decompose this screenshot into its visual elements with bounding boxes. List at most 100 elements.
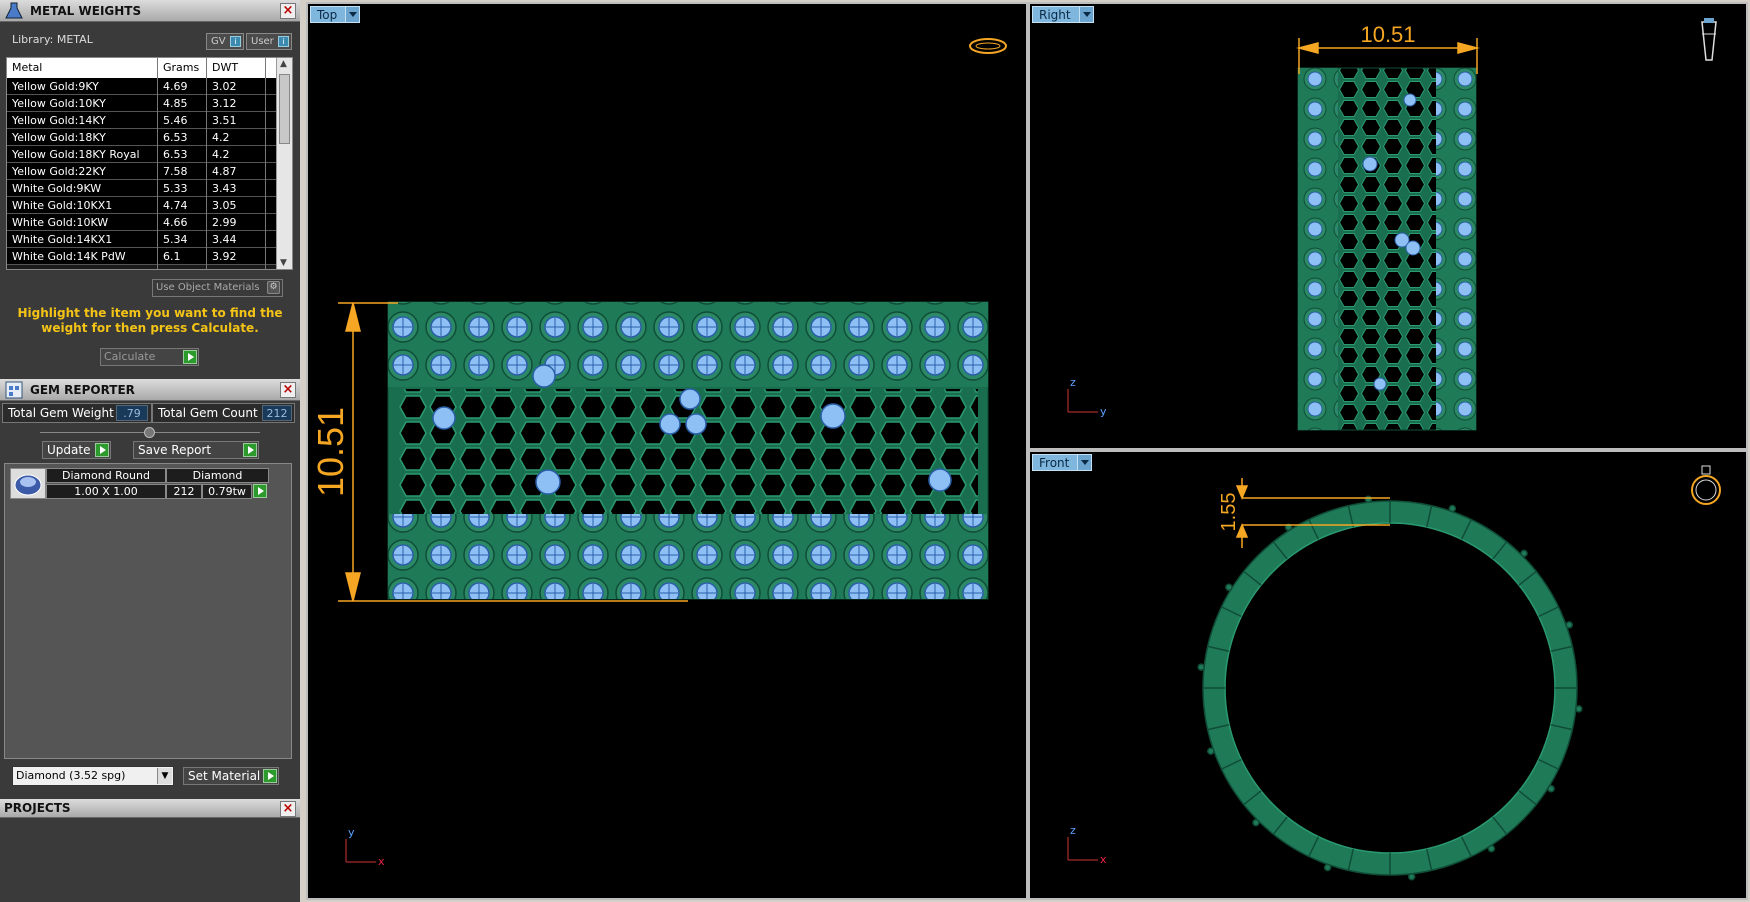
diamond-round-icon bbox=[10, 468, 46, 499]
table-row[interactable]: Yellow Gold:18KY 6.53 4.2 bbox=[7, 129, 277, 146]
ring-side-icon[interactable] bbox=[1701, 18, 1717, 61]
total-gem-weight-label: Total Gem Weight bbox=[8, 406, 114, 420]
chevron-down-icon[interactable] bbox=[1078, 7, 1093, 22]
metal-table-header: Metal Grams DWT bbox=[7, 58, 277, 78]
left-panel: METAL WEIGHTS × Library: METAL GV i User… bbox=[0, 0, 300, 902]
gv-toggle[interactable]: GV i bbox=[206, 33, 244, 50]
axis-label-z: z bbox=[1070, 824, 1076, 837]
gem-material-header: Diamond bbox=[166, 468, 269, 483]
metal-table: Metal Grams DWT Yellow Gold:9KY 4.69 3.02 Y… bbox=[6, 57, 293, 270]
app-window: METAL WEIGHTS × Library: METAL GV i User… bbox=[0, 0, 1750, 902]
collapse-handle[interactable] bbox=[144, 427, 155, 438]
metal-weights-title: METAL WEIGHTS bbox=[30, 4, 142, 18]
user-toggle[interactable]: User i bbox=[246, 33, 292, 50]
dwt-value: 3.05 bbox=[212, 199, 237, 212]
metal-name: Yellow Gold:18KY bbox=[12, 131, 106, 144]
close-icon[interactable]: × bbox=[280, 382, 296, 398]
axis-gizmo bbox=[345, 839, 376, 863]
table-row[interactable]: Yellow Gold:22KY 7.58 4.87 bbox=[7, 163, 277, 180]
viewport-right-menu[interactable]: Right bbox=[1032, 6, 1094, 23]
set-material-button[interactable]: Set Material bbox=[183, 767, 279, 785]
scroll-up-icon[interactable]: ▲ bbox=[280, 59, 287, 69]
chevron-down-icon[interactable] bbox=[345, 7, 360, 22]
viewport-front[interactable]: 1.55 z x Front bbox=[1028, 450, 1748, 900]
grams-value: 5.34 bbox=[163, 233, 188, 246]
grams-value: 6.53 bbox=[163, 131, 188, 144]
dwt-value: 3.02 bbox=[212, 80, 237, 93]
play-icon bbox=[263, 769, 277, 783]
user-label: User bbox=[251, 36, 274, 47]
total-gem-count-value: 212 bbox=[262, 405, 292, 421]
total-gem-count-label: Total Gem Count bbox=[158, 406, 258, 420]
dwt-value: 3.12 bbox=[212, 97, 237, 110]
report-icon bbox=[5, 381, 23, 399]
metal-name: White Gold:10KX1 bbox=[12, 199, 113, 212]
grams-value: 4.74 bbox=[163, 199, 188, 212]
dwt-value: 3.44 bbox=[212, 233, 237, 246]
viewport-top-menu[interactable]: Top bbox=[310, 6, 361, 23]
play-icon bbox=[253, 484, 267, 498]
table-row[interactable]: White Gold:9KW 5.33 3.43 bbox=[7, 180, 277, 197]
gem-weight: 0.79tw bbox=[202, 484, 252, 499]
library-label: Library: METAL bbox=[12, 33, 93, 46]
table-row[interactable]: Yellow Gold:10KY 4.85 3.12 bbox=[7, 95, 277, 112]
chevron-down-icon[interactable] bbox=[1077, 455, 1092, 470]
table-row[interactable]: Yellow Gold:14KY 5.46 3.51 bbox=[7, 112, 277, 129]
metal-table-scrollbar[interactable]: ▲ ▼ bbox=[276, 58, 292, 269]
scroll-thumb[interactable] bbox=[279, 74, 290, 144]
save-report-button[interactable]: Save Report bbox=[133, 441, 259, 459]
use-object-materials-button[interactable]: Use Object Materials ⚙ bbox=[152, 279, 283, 297]
total-gem-weight-value: .79 bbox=[116, 405, 148, 421]
gem-size: 1.00 X 1.00 bbox=[46, 484, 166, 499]
gem-select-button[interactable] bbox=[252, 484, 268, 499]
right-view-canvas: 10.51 z y bbox=[1067, 18, 1717, 431]
viewport-top[interactable]: 10.51 y x Top bbox=[306, 2, 1028, 900]
set-material-label: Set Material bbox=[188, 769, 261, 783]
metal-name: White Gold:9KW bbox=[12, 182, 102, 195]
gem-reporter-header: GEM REPORTER × bbox=[0, 379, 300, 401]
axis-label-z: z bbox=[1070, 376, 1076, 389]
scroll-down-icon[interactable]: ▼ bbox=[280, 258, 287, 268]
projects-header: PROJECTS × bbox=[0, 799, 300, 818]
grams-value: 5.46 bbox=[163, 114, 188, 127]
calculate-button[interactable]: Calculate bbox=[100, 348, 199, 366]
calculate-label: Calculate bbox=[104, 350, 156, 363]
viewport-front-menu[interactable]: Front bbox=[1032, 454, 1093, 471]
table-row[interactable]: White Gold:10KX1 4.74 3.05 bbox=[7, 197, 277, 214]
update-button[interactable]: Update bbox=[42, 441, 111, 459]
dimension-label: 1.55 bbox=[1218, 493, 1240, 532]
table-row[interactable]: Yellow Gold:9KY 4.69 3.02 bbox=[7, 78, 277, 95]
table-row[interactable]: White Gold:10KW 4.66 2.99 bbox=[7, 214, 277, 231]
table-row[interactable]: White Gold:14K PdW 6.1 3.92 bbox=[7, 248, 277, 265]
grams-value: 4.85 bbox=[163, 97, 188, 110]
gv-label: GV bbox=[211, 36, 226, 47]
chevron-down-icon[interactable]: ▼ bbox=[157, 768, 172, 784]
table-row[interactable]: White Gold:14KX1 5.34 3.44 bbox=[7, 231, 277, 248]
info-icon: i bbox=[230, 36, 241, 47]
viewport-top-label: Top bbox=[317, 8, 338, 22]
flask-icon bbox=[5, 2, 23, 19]
col-grams: Grams bbox=[163, 61, 200, 74]
axis-label-x: x bbox=[378, 855, 385, 868]
table-row[interactable]: Yellow Gold:18KY Royal 6.53 4.2 bbox=[7, 146, 277, 163]
close-icon[interactable]: × bbox=[280, 801, 296, 817]
dwt-value: 3.43 bbox=[212, 182, 237, 195]
gem-list: Diamond Round Diamond 1.00 X 1.00 212 0.… bbox=[4, 463, 292, 759]
metal-name: Yellow Gold:18KY Royal bbox=[12, 148, 140, 161]
ring-icon[interactable] bbox=[969, 38, 1007, 54]
col-dwt: DWT bbox=[212, 61, 239, 74]
close-icon[interactable]: × bbox=[280, 3, 296, 19]
viewport-right[interactable]: 10.51 z y Right bbox=[1028, 2, 1748, 450]
info-icon: i bbox=[278, 36, 289, 47]
material-select[interactable]: Diamond (3.52 spg) ▼ bbox=[12, 766, 174, 786]
metal-name: Yellow Gold:10KY bbox=[12, 97, 106, 110]
play-icon bbox=[243, 443, 257, 457]
axis-label-x: x bbox=[1100, 853, 1107, 866]
ring-front-icon[interactable] bbox=[1691, 465, 1721, 505]
dimension-label: 10.51 bbox=[1360, 22, 1415, 47]
dwt-value: 4.87 bbox=[212, 165, 237, 178]
viewport-front-label: Front bbox=[1039, 456, 1070, 470]
metal-name: Yellow Gold:22KY bbox=[12, 165, 106, 178]
metal-name: White Gold:14K PdW bbox=[12, 250, 126, 263]
metal-name: Yellow Gold:14KY bbox=[12, 114, 106, 127]
